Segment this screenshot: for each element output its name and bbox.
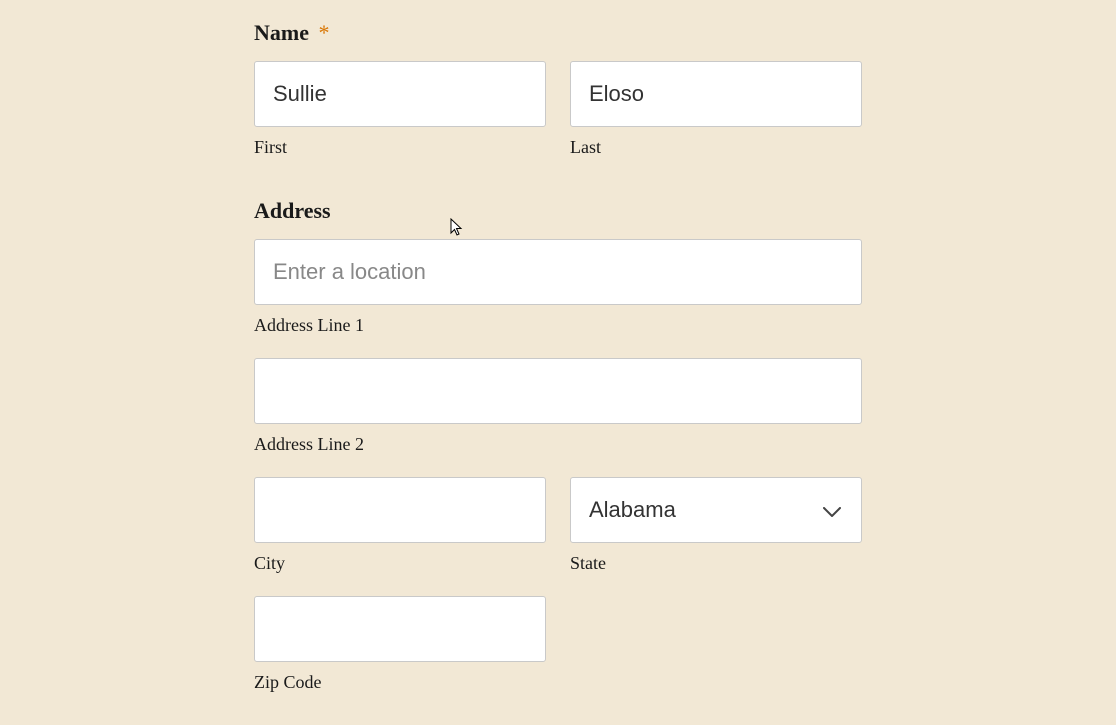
- zip-sublabel: Zip Code: [254, 672, 546, 693]
- state-sublabel: State: [570, 553, 862, 574]
- address-line1-input[interactable]: [254, 239, 862, 305]
- address-section: Address Address Line 1 Address Line 2 Ci…: [254, 198, 862, 715]
- zip-input[interactable]: [254, 596, 546, 662]
- first-name-sublabel: First: [254, 137, 546, 158]
- state-selected-text: Alabama: [589, 497, 843, 523]
- address-line1-sublabel: Address Line 1: [254, 315, 862, 336]
- city-input[interactable]: [254, 477, 546, 543]
- city-sublabel: City: [254, 553, 546, 574]
- required-indicator: *: [318, 20, 329, 45]
- last-name-input[interactable]: [570, 61, 862, 127]
- state-select[interactable]: Alabama: [570, 477, 862, 543]
- name-section: Name * First Last: [254, 20, 862, 158]
- last-name-sublabel: Last: [570, 137, 862, 158]
- address-line2-input[interactable]: [254, 358, 862, 424]
- first-name-input[interactable]: [254, 61, 546, 127]
- address-label: Address: [254, 198, 862, 224]
- name-label-text: Name: [254, 20, 309, 45]
- form-container: Name * First Last Address Address Line 1…: [254, 20, 862, 715]
- address-line2-sublabel: Address Line 2: [254, 434, 862, 455]
- name-label: Name *: [254, 20, 862, 46]
- chevron-down-icon: [823, 497, 841, 523]
